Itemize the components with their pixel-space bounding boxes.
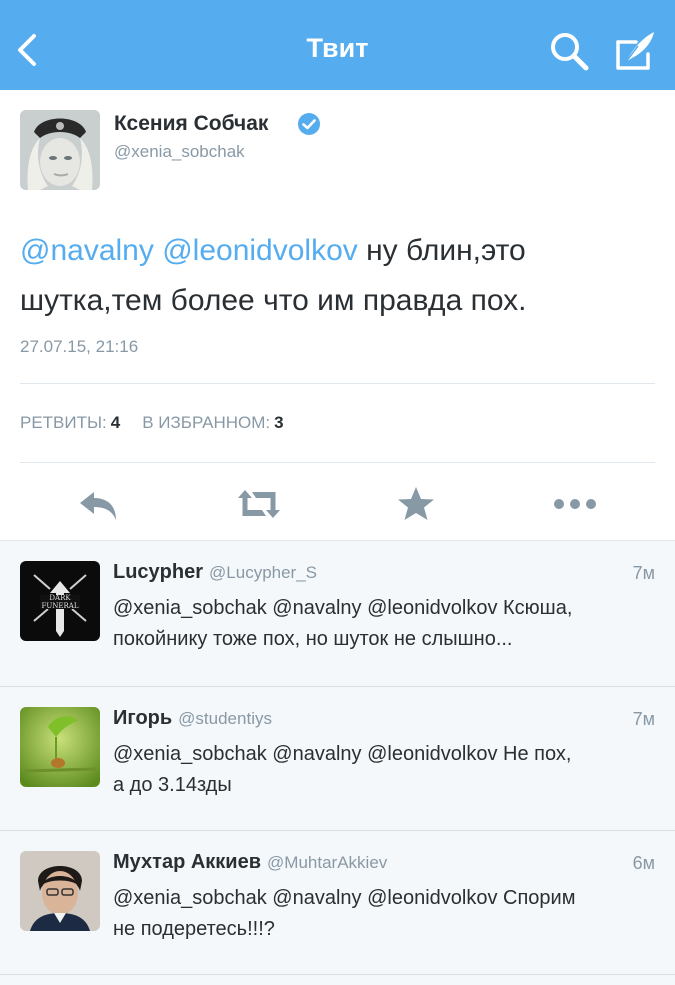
favorite-icon	[398, 487, 434, 520]
favorites-count: 3	[274, 413, 284, 432]
reply-text: @xenia_sobchak @navalny @leonidvolkov Не…	[113, 739, 663, 801]
svg-text:DARK: DARK	[49, 594, 71, 602]
retweets-stat[interactable]: РЕТВИТЫ: 4	[20, 413, 120, 432]
reply-avatar[interactable]: DARK FUNERAL	[20, 561, 100, 641]
divider	[20, 462, 655, 463]
search-button[interactable]	[548, 30, 590, 72]
favorite-button[interactable]	[393, 484, 439, 524]
svg-text:FUNERAL: FUNERAL	[42, 602, 79, 610]
retweet-icon	[238, 490, 280, 518]
reply-item[interactable]: DARK FUNERAL Lucypher @Lucypher_S 7м @xen…	[0, 541, 675, 686]
reply-button[interactable]	[76, 484, 122, 524]
tweet-actions-bar	[0, 474, 675, 540]
reply-text-line1: @xenia_sobchak @navalny @leonidvolkov Кс…	[113, 597, 573, 619]
more-icon	[554, 499, 596, 509]
reply-text-line1: @xenia_sobchak @navalny @leonidvolkov Сп…	[113, 887, 576, 909]
reply-item[interactable]: Игорь @studentiys 7м @xenia_sobchak @nava…	[0, 687, 675, 832]
reply-header: Lucypher @Lucypher_S	[113, 561, 317, 584]
tweet-text-line2: шутка,тем более что им правда пох.	[20, 284, 527, 317]
nav-bar: Твит	[0, 0, 675, 90]
search-icon	[551, 33, 589, 71]
mention-link[interactable]: @navalny	[20, 234, 154, 267]
tweet-text-line1: ну блин,это	[357, 234, 526, 267]
compose-tweet-button[interactable]	[612, 28, 658, 74]
more-button[interactable]	[550, 484, 596, 524]
replies-list: DARK FUNERAL Lucypher @Lucypher_S 7м @xen…	[0, 540, 675, 985]
divider	[20, 383, 655, 384]
author-name[interactable]: Ксения Собчак	[114, 112, 268, 136]
reply-header: Игорь @studentiys	[113, 707, 272, 730]
author-handle[interactable]: @xenia_sobchak	[114, 142, 245, 162]
favorites-stat[interactable]: В ИЗБРАННОМ: 3	[142, 413, 283, 432]
tweet-detail: Ксения Собчак @xenia_sobchak @navalny @l…	[0, 90, 675, 540]
tweet-text: @navalny @leonidvolkov ну блин,это шутка…	[20, 226, 650, 326]
reply-text-line1: @xenia_sobchak @navalny @leonidvolkov Не…	[113, 743, 572, 765]
compose-icon	[616, 32, 654, 70]
reply-item[interactable]: Мухтар Аккиев @MuhtarAkkiev 6м @xenia_sob…	[0, 831, 675, 976]
reply-text-line2: а до 3.14зды	[113, 774, 232, 796]
reply-avatar[interactable]	[20, 707, 100, 787]
reply-author-handle[interactable]: @MuhtarAkkiev	[267, 853, 387, 872]
retweets-count: 4	[110, 413, 121, 432]
retweets-label: РЕТВИТЫ:	[20, 413, 107, 432]
retweet-button[interactable]	[234, 484, 280, 524]
reply-author-name[interactable]: Lucypher	[113, 561, 203, 583]
favorites-label: В ИЗБРАННОМ:	[142, 413, 271, 432]
tweet-stats: РЕТВИТЫ: 4 В ИЗБРАННОМ: 3	[20, 413, 284, 433]
reply-text-line2: покойнику тоже пох, но шуток не слышно..…	[113, 628, 513, 650]
tweet-timestamp: 27.07.15, 21:16	[20, 337, 139, 356]
reply-author-name[interactable]: Игорь	[113, 707, 172, 729]
reply-avatar[interactable]	[20, 851, 100, 931]
divider	[0, 974, 675, 975]
reply-text: @xenia_sobchak @navalny @leonidvolkov Кс…	[113, 593, 663, 655]
reply-time: 7м	[632, 709, 655, 729]
reply-text: @xenia_sobchak @navalny @leonidvolkov Сп…	[113, 883, 663, 945]
reply-text-line2: не подеретесь!!!?	[113, 918, 275, 940]
reply-author-name[interactable]: Мухтар Аккиев	[113, 851, 261, 873]
reply-time: 7м	[632, 563, 655, 583]
reply-author-handle[interactable]: @Lucypher_S	[209, 563, 317, 582]
author-avatar[interactable]	[20, 110, 100, 190]
mention-link[interactable]: @leonidvolkov	[162, 234, 358, 267]
verified-badge-icon	[297, 112, 321, 136]
reply-author-handle[interactable]: @studentiys	[178, 709, 272, 728]
reply-time: 6м	[632, 853, 655, 873]
reply-header: Мухтар Аккиев @MuhtarAkkiev	[113, 851, 387, 874]
reply-icon	[80, 492, 116, 520]
